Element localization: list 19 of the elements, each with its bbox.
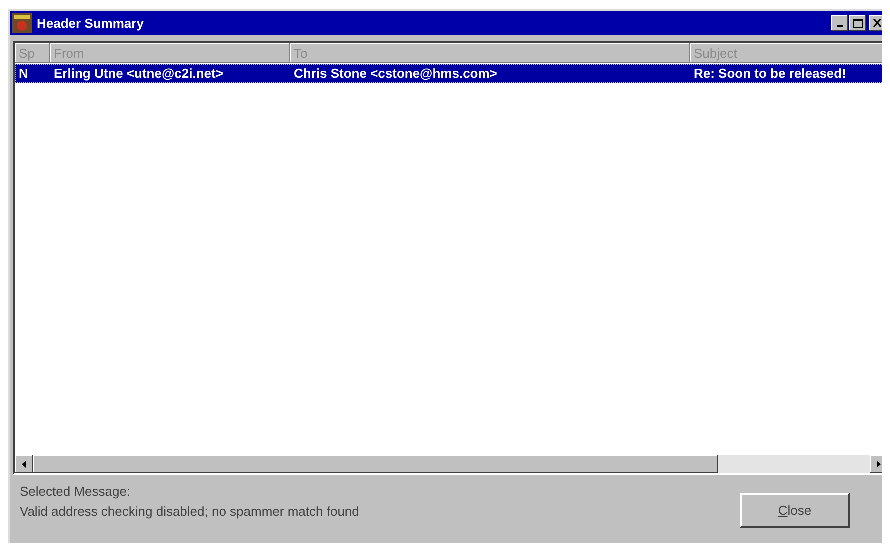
close-icon	[873, 19, 882, 27]
right-arrow-icon	[877, 460, 881, 468]
horizontal-scrollbar[interactable]	[15, 455, 882, 473]
scroll-thumb[interactable]	[33, 455, 718, 473]
close-window-button[interactable]	[869, 15, 882, 31]
table-cell-text: Chris Stone <cstone@hms.com>	[293, 66, 498, 81]
minimize-button[interactable]	[831, 15, 848, 31]
window-title: Header Summary	[37, 16, 145, 30]
maximize-icon	[852, 18, 862, 28]
table-cell-text: Re: Soon to be released!	[693, 66, 848, 81]
status-label: Selected Message:	[20, 484, 132, 499]
message-row[interactable]: N Erling Utne <utne@c2i.net> Chris Stone <cstone@hms.com> Re: Soon to be released!	[15, 64, 882, 83]
app-icon	[12, 13, 32, 33]
left-arrow-icon	[22, 460, 26, 468]
maximize-button[interactable]	[849, 15, 866, 31]
close-button[interactable]: Close	[740, 493, 850, 528]
status-message: Valid address checking disabled; no spammer match found	[20, 504, 360, 519]
table-cell-text: N	[18, 66, 30, 81]
table-cell-text: Erling Utne <utne@c2i.net>	[53, 66, 224, 81]
